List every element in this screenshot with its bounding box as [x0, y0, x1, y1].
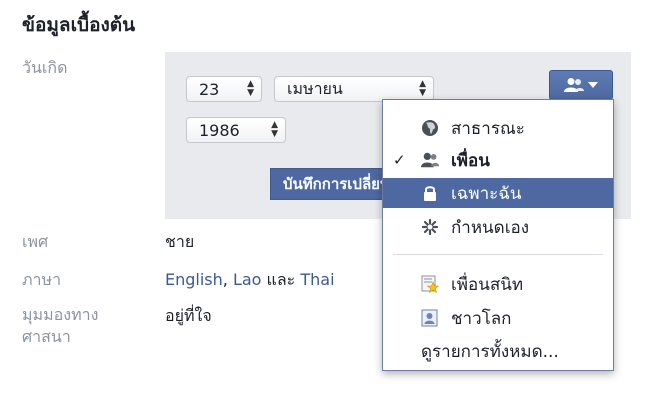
- language-link-lao[interactable]: Lao: [233, 270, 262, 289]
- menu-item-label: เฉพาะฉัน: [451, 183, 522, 204]
- lock-icon: [424, 186, 436, 201]
- language-link-thai[interactable]: Thai: [300, 270, 334, 289]
- languages-label: ภาษา: [22, 270, 62, 289]
- menu-item-label: ดูรายการทั้งหมด...: [421, 341, 559, 362]
- gender-value: ชาย: [165, 232, 195, 251]
- birthday-label: วันเกิด: [22, 58, 68, 77]
- menu-item-label: เพื่อนสนิท: [451, 274, 524, 295]
- year-select[interactable]: 1986 ▲ ▼: [186, 117, 286, 143]
- friends-icon: [421, 152, 439, 168]
- religion-label: มุมมองทาง ศาสนา: [22, 304, 98, 348]
- religion-value: อยู่ที่ใจ: [165, 306, 212, 325]
- menu-item-label: ชาวโลก: [451, 308, 512, 329]
- menu-item-custom[interactable]: กำหนดเอง: [383, 212, 613, 242]
- year-value: 1986: [199, 120, 240, 140]
- privacy-dropdown-menu: สาธารณะ ✓ เพื่อน เฉพาะฉัน กำหนดเอง เพื่อ…: [382, 99, 614, 371]
- menu-item-see-all[interactable]: ดูรายการทั้งหมด...: [383, 336, 613, 366]
- gender-label: เพศ: [22, 232, 49, 251]
- select-arrows-icon: ▲ ▼: [247, 79, 254, 98]
- select-arrows-icon: ▲ ▼: [419, 79, 426, 98]
- gear-icon: [421, 218, 439, 236]
- languages-value: English, Lao และ Thai: [165, 268, 335, 293]
- menu-item-close-friends[interactable]: เพื่อนสนิท: [383, 269, 613, 299]
- religion-label-line1: มุมมองทาง: [22, 305, 99, 324]
- menu-item-public[interactable]: สาธารณะ: [383, 113, 613, 143]
- save-changes-button[interactable]: บันทึกการเปลี่ยนแปลง: [270, 168, 390, 200]
- menu-item-label: กำหนดเอง: [451, 217, 530, 238]
- menu-item-only-me[interactable]: เฉพาะฉัน: [383, 178, 613, 208]
- person-list-icon: [421, 309, 438, 327]
- menu-divider: [393, 254, 603, 255]
- day-value: 23: [199, 79, 220, 99]
- star-list-icon: [421, 275, 439, 293]
- checkmark-icon: ✓: [393, 151, 406, 169]
- language-link-english[interactable]: English: [165, 270, 223, 289]
- day-select[interactable]: 23 ▲ ▼: [186, 76, 262, 102]
- menu-item-label: สาธารณะ: [451, 118, 525, 139]
- friends-icon: [564, 78, 584, 92]
- select-arrows-icon: ▲ ▼: [271, 120, 278, 139]
- menu-item-friends[interactable]: ✓ เพื่อน: [383, 145, 613, 175]
- religion-label-line2: ศาสนา: [22, 327, 71, 346]
- menu-item-everyone[interactable]: ชาวโลก: [383, 303, 613, 333]
- section-title: ข้อมูลเบื้องต้น: [22, 14, 136, 36]
- month-value: เมษายน: [287, 78, 343, 98]
- language-separator: ,: [222, 270, 233, 289]
- language-and: และ: [261, 270, 301, 289]
- privacy-selector-button[interactable]: [549, 70, 613, 100]
- globe-icon: [422, 120, 438, 136]
- chevron-down-icon: [588, 82, 598, 88]
- menu-item-label: เพื่อน: [451, 150, 490, 171]
